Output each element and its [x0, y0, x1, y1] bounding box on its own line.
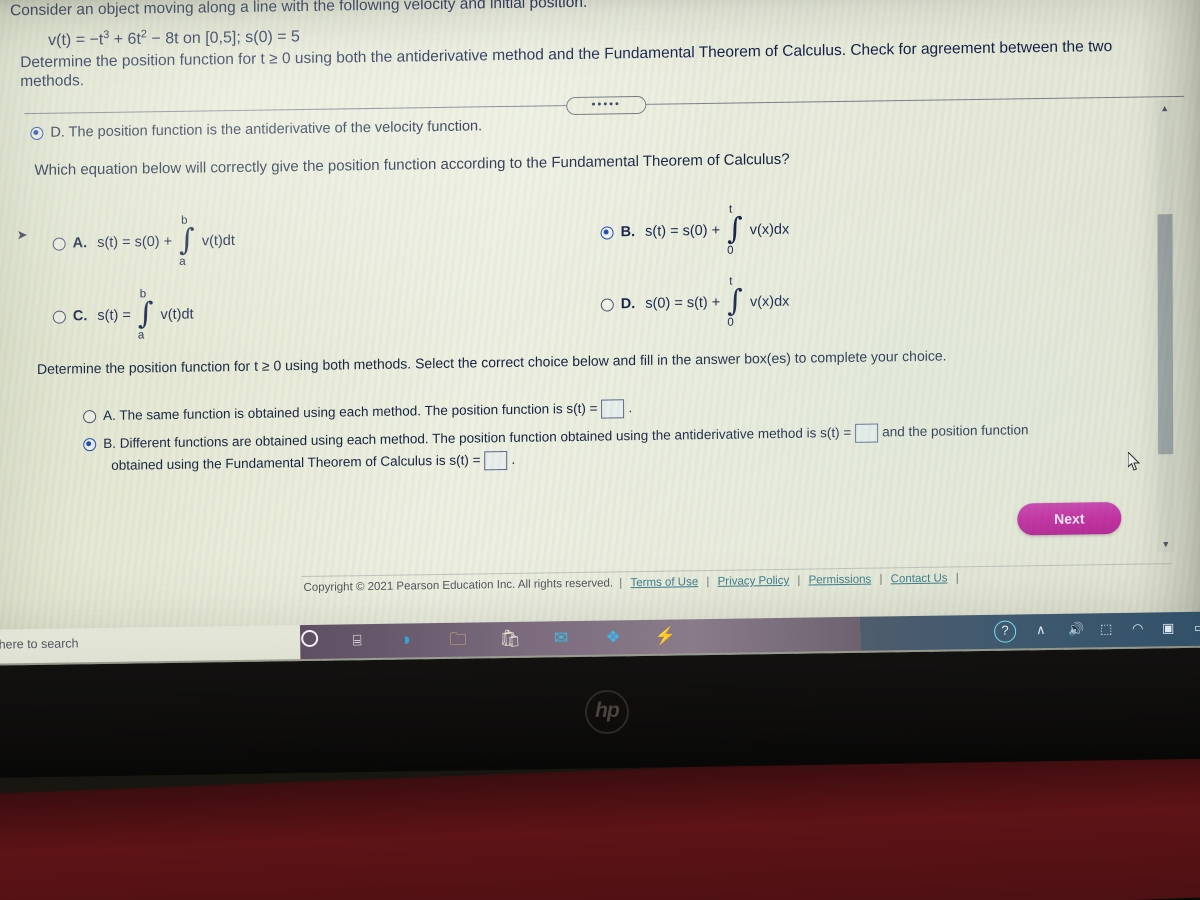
- choice-1-d-integrand: v(x)dx: [749, 293, 790, 311]
- integral-glyph-a: ∫: [179, 222, 195, 258]
- equation-prefix: v(t) = −t: [48, 31, 104, 50]
- choice-1-d[interactable]: D. s(0) = s(t) + t ∫ 0 v(x)dx: [600, 276, 790, 329]
- equation-rest: − 8t on [0,5]; s(0) = 5: [146, 28, 300, 48]
- exercise-statement: Consider an object moving along a line w…: [10, 0, 1190, 90]
- radio-2-a[interactable]: [83, 410, 97, 424]
- display-device-icon[interactable]: ⬚: [1100, 621, 1113, 637]
- choice-1-b-lhs: s(t) = s(0) +: [645, 222, 721, 240]
- left-edge-marker-icon: ➤: [16, 227, 28, 243]
- answered-choice-d-text: The position function is the antiderivat…: [68, 118, 483, 141]
- integral-glyph-c: ∫: [137, 296, 154, 332]
- choice-2-b-text-part3: obtained using the Fundamental Theorem o…: [111, 452, 481, 473]
- action-center-icon[interactable]: ▣: [1162, 620, 1175, 636]
- laptop-screen: Consider an object moving along a line w…: [0, 0, 1200, 667]
- integral-lower-a: a: [179, 255, 186, 268]
- integral-sign-c: b ∫ a: [136, 288, 156, 341]
- scroll-down-arrow-icon[interactable]: ▼: [1159, 538, 1172, 551]
- footer-link-privacy-policy[interactable]: Privacy Policy: [718, 575, 790, 588]
- radio-1-a[interactable]: [52, 237, 66, 251]
- search-input[interactable]: e here to search: [0, 636, 79, 651]
- footer-copyright: Copyright © 2021 Pearson Education Inc. …: [303, 577, 614, 595]
- integral-lower-c: a: [137, 329, 145, 342]
- wifi-icon[interactable]: ◠: [1132, 621, 1144, 637]
- answer-box-2b-2[interactable]: [484, 450, 508, 471]
- photo-of-laptop-screen: hp Consider an object moving along a lin…: [0, 0, 1200, 900]
- choice-2-b-text-part2: and the position function: [882, 422, 1029, 440]
- choice-1-a-lhs: s(t) = s(0) +: [97, 233, 173, 251]
- choice-1-b-integrand: v(x)dx: [749, 221, 790, 239]
- footer-link-terms-of-use[interactable]: Terms of Use: [630, 576, 698, 589]
- answered-choice-d-letter: D.: [50, 124, 65, 141]
- instruction-2: Determine the position function for t ≥ …: [36, 347, 947, 377]
- radio-1-c[interactable]: [52, 310, 66, 324]
- integral-sign-d: t ∫ 0: [725, 276, 745, 329]
- prompt-line-1: Consider an object moving along a line w…: [10, 0, 588, 20]
- mouse-cursor-icon: [1128, 452, 1141, 471]
- choice-1-c-integrand: v(t)dt: [160, 306, 194, 323]
- radio-1-b[interactable]: [600, 225, 614, 240]
- browser-page: Consider an object moving along a line w…: [0, 0, 1200, 640]
- choice-1-c-letter: C.: [72, 308, 88, 325]
- next-button[interactable]: Next: [1017, 501, 1122, 536]
- footer-link-contact-us[interactable]: Contact Us: [891, 572, 948, 585]
- scroll-up-arrow-icon[interactable]: ▲: [1158, 102, 1171, 115]
- taskbar-search-area[interactable]: e here to search: [0, 625, 301, 664]
- dropbox-icon[interactable]: ❖: [600, 625, 626, 649]
- choice-1-a-letter: A.: [72, 235, 88, 252]
- file-explorer-icon[interactable]: 🗀: [445, 628, 471, 652]
- choice-2-b[interactable]: B. Different functions are obtained usin…: [83, 418, 1143, 478]
- mail-icon[interactable]: ✉: [548, 626, 574, 650]
- show-hidden-icons-chevron[interactable]: ∧: [1036, 622, 1046, 638]
- task-view-icon[interactable]: ⌸: [344, 629, 370, 653]
- integral-glyph-b: ∫: [727, 211, 743, 247]
- edge-browser-icon[interactable]: ◑: [392, 628, 418, 652]
- question-2-text: Which equation below will correctly give…: [34, 150, 790, 179]
- volume-icon[interactable]: 🔊: [1068, 621, 1084, 637]
- taskbar-system-tray: ? ∧ 🔊 ⬚ ◠ ▣ ▭: [859, 611, 1200, 651]
- choice-1-c-lhs: s(t) =: [97, 307, 131, 324]
- integral-sign-b: t ∫ 0: [725, 204, 745, 257]
- choice-1-d-lhs: s(0) = s(t) +: [645, 294, 721, 312]
- help-icon[interactable]: ?: [993, 620, 1017, 643]
- integral-sign-a: b ∫ a: [177, 215, 197, 268]
- choice-1-a[interactable]: A. s(t) = s(0) + b ∫ a v(t)dt: [52, 215, 235, 268]
- integral-lower-d: 0: [727, 316, 734, 329]
- footer-sep-2: |: [797, 574, 801, 587]
- radio-answered-d[interactable]: [30, 126, 44, 140]
- answer-box-2b-1[interactable]: [855, 423, 879, 443]
- microsoft-store-icon[interactable]: 🛍: [497, 627, 523, 651]
- progress-pill[interactable]: •••••: [566, 95, 647, 116]
- integral-glyph-d: ∫: [727, 283, 743, 319]
- footer-sep-3: |: [879, 573, 883, 586]
- footer-sep-0: |: [619, 577, 623, 590]
- lightning-app-icon[interactable]: ⚡: [652, 624, 678, 648]
- answer-box-2a[interactable]: [601, 399, 625, 419]
- choice-2-a[interactable]: A. The same function is obtained using e…: [83, 399, 632, 426]
- footer-sep-1: |: [706, 576, 710, 589]
- radio-2-b[interactable]: [83, 438, 97, 452]
- choice-1-a-integrand: v(t)dt: [201, 232, 235, 250]
- vertical-scrollbar-thumb[interactable]: [1157, 214, 1174, 455]
- battery-icon[interactable]: ▭: [1194, 620, 1200, 636]
- answered-choice-d[interactable]: D. The position function is the antideri…: [30, 118, 482, 141]
- choice-1-b[interactable]: B. s(t) = s(0) + t ∫ 0 v(x)dx: [600, 204, 790, 257]
- choice-1-c[interactable]: C. s(t) = b ∫ a v(t)dt: [52, 288, 194, 341]
- cortana-icon[interactable]: [296, 629, 322, 654]
- choice-2-a-text: The same function is obtained using each…: [119, 400, 598, 423]
- choice-1-d-letter: D.: [620, 295, 636, 313]
- choice-1-b-letter: B.: [620, 223, 636, 241]
- footer-sep-4: |: [955, 572, 959, 585]
- equation-mid: + 6t: [109, 30, 141, 49]
- integral-lower-b: 0: [727, 244, 734, 257]
- footer-link-permissions[interactable]: Permissions: [809, 574, 872, 587]
- radio-1-d[interactable]: [600, 297, 614, 312]
- choice-2-a-letter: A.: [103, 407, 116, 424]
- hp-brand-logo: hp: [585, 690, 629, 734]
- choice-2-b-letter: B.: [103, 435, 116, 451]
- velocity-equation: v(t) = −t3 + 6t2 − 8t on [0,5]; s(0) = 5: [48, 23, 300, 50]
- taskbar-pinned-area: ⌸ ◑ 🗀 🛍 ✉ ❖ ⚡: [299, 616, 861, 660]
